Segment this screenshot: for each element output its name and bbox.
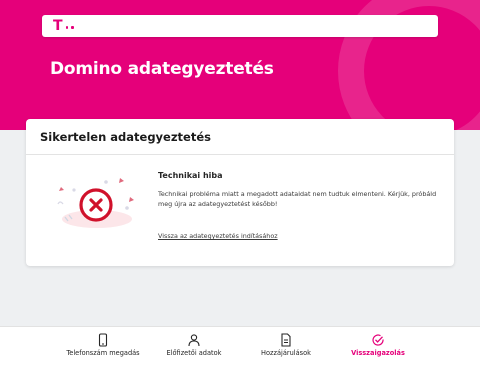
progress-stepper: Telefonszám megadás Előfizetői adatok Ho… (0, 326, 480, 365)
step-label: Visszaigazolás (351, 349, 405, 357)
telekom-logo-icon[interactable]: T (53, 19, 74, 33)
retry-link[interactable]: Vissza az adategyeztetés indításához (158, 232, 278, 240)
card-title: Sikertelen adategyeztetés (40, 129, 211, 144)
check-circle-icon (372, 334, 384, 346)
step-confirmation[interactable]: Visszaigazolás (318, 327, 438, 365)
document-icon (281, 333, 291, 347)
user-icon (188, 334, 200, 347)
page-title: Domino adategyeztetés (50, 59, 274, 79)
error-message: Technikai hiba Technikai probléma miatt … (158, 171, 442, 242)
top-navigation-bar: T (42, 15, 438, 37)
message-text: Technikai probléma miatt a megadott adat… (158, 190, 437, 208)
result-card: Sikertelen adategyeztetés Technikai hiba… (26, 119, 454, 266)
phone-icon (98, 333, 108, 347)
card-header: Sikertelen adategyeztetés (26, 119, 454, 155)
error-x-icon (57, 178, 134, 228)
message-title: Technikai hiba (158, 171, 223, 180)
